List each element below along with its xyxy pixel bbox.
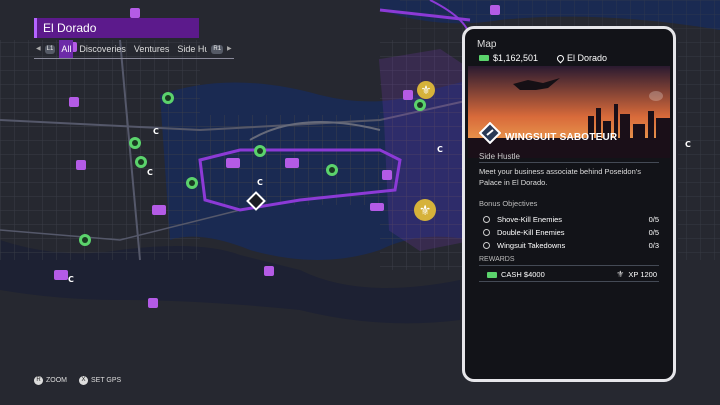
cash-icon	[479, 55, 489, 61]
objective-row: Double-Kill Enemies 0/5	[479, 226, 659, 239]
divider	[479, 281, 659, 282]
tab-left-arrow-icon[interactable]: ◀	[36, 40, 41, 58]
gold-crib-marker[interactable]: ⚜	[414, 199, 436, 221]
zoom-hint[interactable]: R ZOOM	[34, 376, 67, 385]
cash-icon	[487, 271, 497, 278]
activity-marker[interactable]	[226, 158, 240, 168]
map-c-marker[interactable]: C	[147, 168, 153, 177]
activity-marker[interactable]	[152, 205, 166, 215]
activity-marker[interactable]	[490, 5, 500, 15]
activity-marker[interactable]	[403, 90, 413, 100]
location-pin-icon	[555, 53, 566, 63]
objective-row: Shove-Kill Enemies 0/5	[479, 213, 659, 226]
map-c-marker[interactable]: C	[153, 127, 159, 136]
activity-marker[interactable]	[76, 160, 86, 170]
control-hints: R ZOOM X SET GPS	[34, 376, 121, 385]
map-c-marker[interactable]: C	[685, 140, 691, 149]
x-button-icon: X	[79, 376, 88, 385]
objectives-list: Shove-Kill Enemies 0/5 Double-Kill Enemi…	[479, 213, 659, 252]
zoom-label: ZOOM	[46, 377, 67, 384]
set-gps-label: SET GPS	[91, 377, 122, 384]
venture-marker[interactable]	[326, 164, 338, 176]
activity-marker[interactable]	[54, 270, 68, 280]
objective-count: 0/3	[648, 241, 659, 250]
activity-marker[interactable]	[148, 298, 158, 308]
objective-count: 0/5	[648, 215, 659, 224]
venture-marker[interactable]	[162, 92, 174, 104]
mission-description: Meet your business associate behind Pose…	[479, 167, 641, 187]
tab-discoveries[interactable]: Discoveries	[77, 40, 128, 58]
map-filter-bar: ◀ L1 All Discoveries Ventures Side Hu R1…	[34, 40, 234, 59]
venture-marker[interactable]	[414, 99, 426, 111]
rewards-heading: REWARDS	[479, 256, 515, 263]
venture-marker[interactable]	[135, 156, 147, 168]
panel-location: El Dorado	[555, 53, 608, 63]
mission-title: WINGSUIT SABOTEUR	[505, 132, 618, 143]
objective-label: Shove-Kill Enemies	[497, 215, 563, 224]
money-display: $1,162,501	[479, 53, 538, 63]
activity-marker[interactable]	[285, 158, 299, 168]
activity-marker[interactable]	[130, 8, 140, 18]
reward-label: CASH $4000	[501, 270, 545, 279]
gold-crib-marker[interactable]: ⚜	[417, 81, 435, 99]
objective-status-icon	[483, 216, 490, 223]
map-c-marker[interactable]: C	[437, 145, 443, 154]
venture-marker[interactable]	[254, 145, 266, 157]
money-value: $1,162,501	[493, 53, 539, 63]
set-gps-hint[interactable]: X SET GPS	[79, 376, 121, 385]
objective-row: Wingsuit Takedowns 0/3	[479, 239, 659, 252]
tab-all[interactable]: All	[59, 40, 74, 58]
objective-status-icon	[483, 229, 490, 236]
venture-marker[interactable]	[129, 137, 141, 149]
side-hustle-icon	[479, 122, 501, 144]
reward-cash: CASH $4000	[487, 269, 545, 280]
mission-banner-image	[468, 66, 670, 158]
panel-title: Map	[477, 39, 497, 50]
r1-button[interactable]: R1	[211, 44, 224, 54]
activity-marker[interactable]	[264, 266, 274, 276]
tab-ventures[interactable]: Ventures	[132, 40, 172, 58]
divider	[479, 162, 659, 163]
venture-marker[interactable]	[186, 177, 198, 189]
l1-button[interactable]: L1	[44, 44, 56, 54]
rewards-list: CASH $4000 ⚜ XP 1200	[487, 269, 657, 280]
fleur-de-lis-icon: ⚜	[616, 269, 625, 279]
reward-xp: ⚜ XP 1200	[616, 269, 657, 280]
location-header: El Dorado	[34, 18, 199, 38]
mission-panel: Map $1,162,501 El Dorado WINGSUIT SABOTE…	[462, 26, 676, 382]
objective-count: 0/5	[648, 228, 659, 237]
map-c-marker[interactable]: C	[68, 275, 74, 284]
reward-label: XP 1200	[628, 270, 657, 279]
panel-location-label: El Dorado	[567, 53, 608, 63]
venture-marker[interactable]	[79, 234, 91, 246]
divider	[479, 265, 659, 266]
map-c-marker[interactable]: C	[257, 178, 263, 187]
objective-label: Wingsuit Takedowns	[497, 241, 566, 250]
bonus-objectives-heading: Bonus Objectives	[479, 199, 538, 208]
activity-marker[interactable]	[370, 203, 384, 211]
activity-marker[interactable]	[69, 97, 79, 107]
tab-right-arrow-icon[interactable]: ▶	[227, 40, 232, 58]
r-stick-icon: R	[34, 376, 43, 385]
activity-marker[interactable]	[382, 170, 392, 180]
tab-side-hustles[interactable]: Side Hu	[175, 40, 207, 58]
objective-status-icon	[483, 242, 490, 249]
objective-label: Double-Kill Enemies	[497, 228, 565, 237]
svg-text:⚜: ⚜	[421, 83, 432, 97]
mission-type: Side Hustle	[479, 152, 520, 161]
svg-text:⚜: ⚜	[419, 203, 432, 219]
